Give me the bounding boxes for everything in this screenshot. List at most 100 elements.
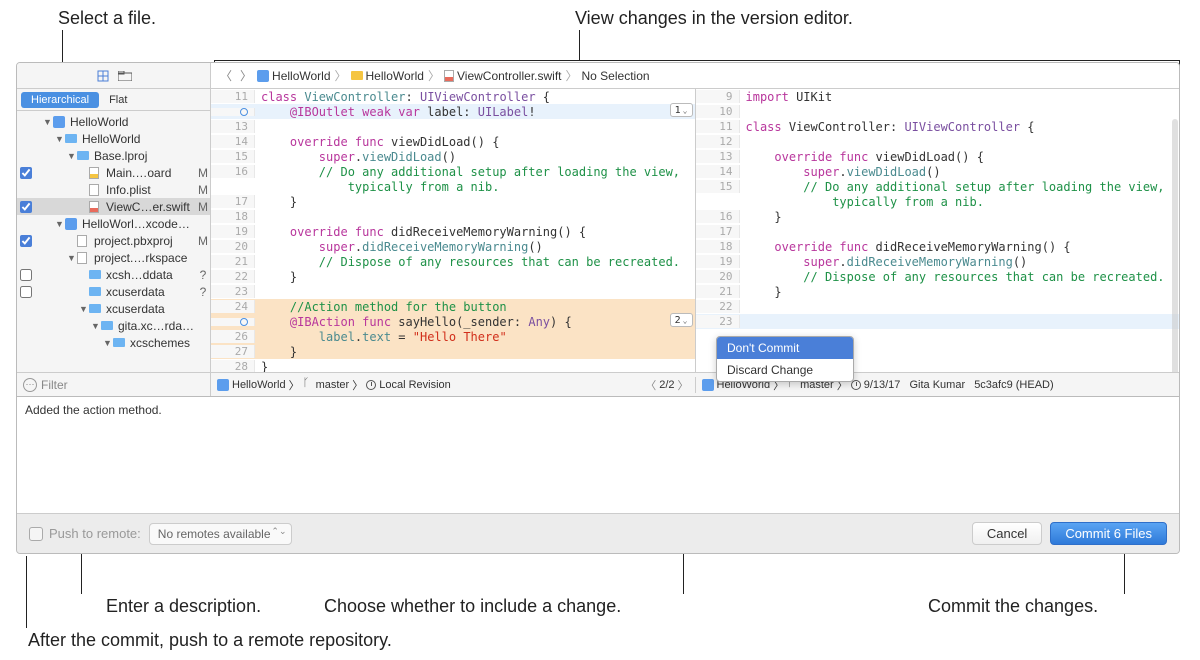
gutter: 11 bbox=[211, 90, 255, 103]
disclosure-icon[interactable]: ▼ bbox=[103, 338, 113, 348]
dialog-footer: Push to remote: No remotes available Can… bbox=[17, 513, 1179, 553]
diff-nav-next[interactable]: 〉 bbox=[678, 377, 689, 393]
rev-proj[interactable]: HelloWorld bbox=[232, 379, 286, 391]
gutter: 15 bbox=[696, 180, 740, 193]
tree-row[interactable]: project.pbxprojM bbox=[17, 232, 210, 249]
tree-row[interactable]: ▼xcschemes bbox=[17, 334, 210, 351]
tree-row[interactable]: ▼project.…rkspace bbox=[17, 249, 210, 266]
include-checkbox[interactable] bbox=[20, 201, 32, 213]
tree-row[interactable]: ▼Base.lproj bbox=[17, 147, 210, 164]
disclosure-icon[interactable]: ▼ bbox=[67, 151, 77, 161]
file-icon bbox=[77, 150, 91, 162]
file-sidebar: Hierarchical Flat ▼HelloWorld▼HelloWorld… bbox=[17, 63, 211, 396]
diff-stepper-2[interactable]: 2⌄ bbox=[670, 313, 693, 327]
include-checkbox[interactable] bbox=[20, 167, 32, 179]
file-icon bbox=[77, 235, 91, 247]
tree-row[interactable]: ▼HelloWorl…xcodeproj bbox=[17, 215, 210, 232]
diff-stepper-1[interactable]: 1⌄ bbox=[670, 103, 693, 117]
code-line: override func viewDidLoad() { bbox=[740, 150, 984, 164]
tree-row[interactable]: ▼xcuserdata bbox=[17, 300, 210, 317]
clock-icon bbox=[366, 380, 376, 390]
viewmode-hierarchical[interactable]: Hierarchical bbox=[21, 92, 99, 108]
commit-dialog: Hierarchical Flat ▼ HelloWorld ▼ HelloWorld… bbox=[16, 62, 1180, 554]
right-code-pane[interactable]: 9import UIKit1011class ViewController: U… bbox=[696, 89, 1180, 372]
gutter: 13 bbox=[211, 120, 255, 133]
rev-branch[interactable]: master bbox=[316, 379, 350, 391]
gutter: 21 bbox=[696, 285, 740, 298]
code-line: override func didReceiveMemoryWarning() … bbox=[740, 240, 1071, 254]
nav-back[interactable]: 〈 bbox=[217, 67, 235, 84]
gutter: 10 bbox=[696, 105, 740, 118]
file-status: M bbox=[196, 234, 210, 248]
include-checkbox[interactable] bbox=[20, 235, 32, 247]
crumb-proj[interactable]: HelloWorld bbox=[272, 69, 330, 83]
disclosure-icon[interactable]: ▼ bbox=[43, 117, 53, 127]
commit-description[interactable]: Added the action method. bbox=[17, 397, 1179, 513]
tree-row[interactable]: xcsh…ddata? bbox=[17, 266, 210, 283]
tree-row[interactable]: xcuserdata? bbox=[17, 283, 210, 300]
branch-icon bbox=[303, 380, 313, 390]
tree-row[interactable]: Main.…oardM bbox=[17, 164, 210, 181]
code-line: override func didReceiveMemoryWarning() … bbox=[255, 225, 586, 239]
cancel-button[interactable]: Cancel bbox=[972, 522, 1042, 545]
tree-row[interactable]: ▼HelloWorld bbox=[17, 130, 210, 147]
disclosure-icon[interactable]: ▼ bbox=[55, 219, 65, 229]
code-line: } bbox=[255, 360, 268, 373]
tree-row[interactable]: Info.plistM bbox=[17, 181, 210, 198]
jumpbar[interactable]: 〈 〉 HelloWorld 〉 HelloWorld 〉 ViewContro… bbox=[211, 63, 1179, 89]
tree-row[interactable]: ▼ HelloWorld bbox=[17, 113, 210, 130]
tree-row[interactable]: ▼gita.xc…rdatad bbox=[17, 317, 210, 334]
rev-label[interactable]: Local Revision bbox=[379, 379, 451, 391]
scrollbar[interactable] bbox=[1172, 119, 1178, 372]
callout-select-file: Select a file. bbox=[58, 8, 156, 29]
filter-placeholder: Filter bbox=[41, 378, 68, 392]
left-code-pane[interactable]: 11class ViewController: UIViewController… bbox=[211, 89, 696, 372]
sidebar-filter[interactable]: ⋯ Filter bbox=[17, 372, 210, 396]
file-tree[interactable]: ▼HelloWorld▼HelloWorld▼Base.lprojMain.…o… bbox=[17, 111, 210, 372]
gutter: 26 bbox=[211, 330, 255, 343]
commit-button[interactable]: Commit 6 Files bbox=[1050, 522, 1167, 545]
diff-nav-prev[interactable]: 〈 bbox=[645, 377, 656, 393]
file-name: project.pbxproj bbox=[94, 234, 196, 248]
crumb-folder[interactable]: HelloWorld bbox=[366, 69, 424, 83]
viewmode-flat[interactable]: Flat bbox=[99, 92, 137, 108]
code-line: super.viewDidLoad() bbox=[255, 150, 456, 164]
gutter: 20 bbox=[211, 240, 255, 253]
include-checkbox[interactable] bbox=[20, 286, 32, 298]
disclosure-icon[interactable]: ▼ bbox=[91, 321, 101, 331]
disclosure-icon[interactable]: ▼ bbox=[79, 304, 89, 314]
file-icon bbox=[113, 337, 127, 349]
push-checkbox[interactable] bbox=[29, 527, 43, 541]
file-name: HelloWorld bbox=[70, 115, 196, 129]
disclosure-icon[interactable]: ▼ bbox=[67, 253, 77, 263]
crumb-file[interactable]: ViewController.swift bbox=[457, 69, 561, 83]
folder-view-icon[interactable] bbox=[117, 69, 133, 83]
file-name: xcuserdata bbox=[106, 285, 196, 299]
disclosure-icon[interactable]: ▼ bbox=[55, 134, 65, 144]
file-status: M bbox=[196, 183, 210, 197]
gutter: 14 bbox=[211, 135, 255, 148]
rev-date[interactable]: 9/13/17 bbox=[864, 379, 901, 391]
callout-view-changes: View changes in the version editor. bbox=[575, 8, 853, 29]
crumb-selection[interactable]: No Selection bbox=[582, 69, 650, 83]
viewmode-toggle[interactable]: Hierarchical Flat bbox=[17, 89, 210, 111]
callout-line bbox=[26, 556, 27, 628]
layout-icon[interactable] bbox=[95, 69, 111, 83]
file-icon bbox=[89, 286, 103, 298]
include-checkbox[interactable] bbox=[20, 269, 32, 281]
tree-row[interactable]: ViewC…er.swiftM bbox=[17, 198, 210, 215]
menu-dont-commit[interactable]: Don't Commit bbox=[717, 337, 853, 359]
gutter: 23 bbox=[211, 285, 255, 298]
gutter: 22 bbox=[211, 270, 255, 283]
code-line: override func viewDidLoad() { bbox=[255, 135, 499, 149]
nav-fwd[interactable]: 〉 bbox=[237, 67, 255, 84]
gutter: 23 bbox=[696, 315, 740, 328]
menu-discard-change[interactable]: Discard Change bbox=[717, 359, 853, 381]
code-line: } bbox=[255, 270, 297, 284]
remote-select[interactable]: No remotes available bbox=[149, 523, 292, 545]
callout-commit-changes: Commit the changes. bbox=[928, 596, 1098, 617]
gutter: 17 bbox=[696, 225, 740, 238]
callout-enter-desc: Enter a description. bbox=[106, 596, 261, 617]
file-icon bbox=[53, 116, 67, 128]
code-line: typically from a nib. bbox=[740, 195, 984, 209]
